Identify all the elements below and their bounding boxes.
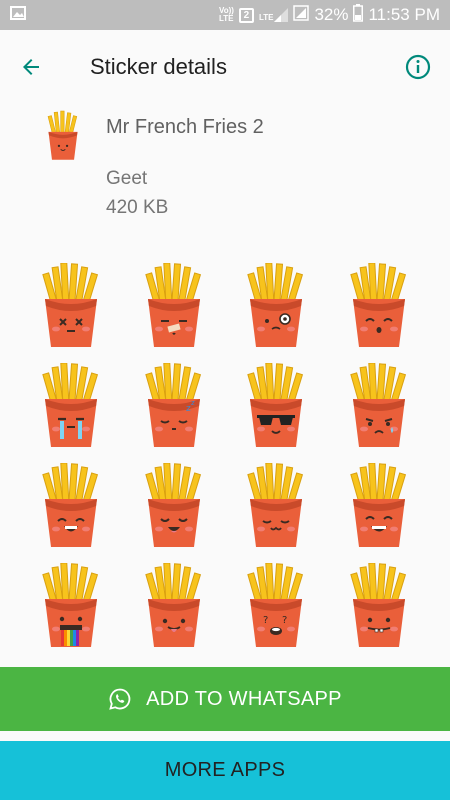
sticker-tongue[interactable]: [123, 556, 226, 656]
sticker-rainbow[interactable]: [20, 556, 123, 656]
sim-indicator: 2: [238, 7, 254, 23]
sticker-sad-tear[interactable]: [328, 356, 431, 456]
gallery-notification-icon: [10, 5, 26, 25]
sticker-sleepy[interactable]: zz: [123, 356, 226, 456]
sticker-laugh[interactable]: [123, 456, 226, 556]
sticker-crying[interactable]: [20, 356, 123, 456]
tray-icon: [45, 110, 81, 162]
sticker-monocle[interactable]: [225, 256, 328, 356]
sticker-grid: z z??: [20, 256, 430, 648]
whatsapp-icon: [109, 688, 131, 710]
pack-size: 420 KB: [106, 197, 169, 218]
svg-text:?: ?: [263, 615, 268, 626]
sticker-sunglasses[interactable]: [225, 356, 328, 456]
battery-icon: [353, 3, 364, 27]
add-to-whatsapp-button[interactable]: ADD TO WHATSAPP: [0, 667, 450, 731]
more-apps-label: MORE APPS: [164, 759, 286, 781]
sticker-grin[interactable]: [20, 456, 123, 556]
status-bar: Vo)) LTE 2 LTE 32% 11:53 PM: [0, 0, 450, 30]
sticker-happy-closed[interactable]: [328, 256, 431, 356]
volte-indicator: Vo)) LTE: [218, 6, 234, 23]
back-button[interactable]: [14, 50, 48, 84]
more-apps-button[interactable]: MORE APPS: [0, 741, 450, 800]
pack-author: Geet: [106, 168, 148, 189]
status-right: Vo)) LTE 2 LTE 32% 11:53 PM: [218, 3, 440, 27]
sticker-dizzy[interactable]: [20, 256, 123, 356]
clock: 11:53 PM: [368, 5, 440, 24]
pack-header: Mr French Fries 2 Geet 420 KB: [0, 104, 450, 234]
signal-icon: [293, 4, 310, 26]
lte-label: LTE: [258, 13, 274, 22]
sticker-content[interactable]: [225, 456, 328, 556]
svg-text:?: ?: [282, 615, 287, 626]
sticker-bandage[interactable]: [123, 256, 226, 356]
pack-name: Mr French Fries 2: [106, 116, 264, 138]
info-button[interactable]: [402, 51, 434, 83]
sticker-smile-wide[interactable]: [328, 456, 431, 556]
sticker-teeth[interactable]: [328, 556, 431, 656]
svg-text:z: z: [191, 399, 195, 407]
app-bar: Sticker details: [0, 30, 450, 104]
page-title: Sticker details: [90, 54, 227, 79]
info-icon: [405, 54, 431, 80]
sticker-confused[interactable]: ??: [225, 556, 328, 656]
arrow-back-icon: [23, 59, 39, 75]
battery-percent: 32%: [314, 5, 349, 24]
status-left: [10, 5, 26, 25]
add-button-label: ADD TO WHATSAPP: [146, 687, 342, 710]
lte-signal-icon: LTE: [259, 8, 289, 22]
